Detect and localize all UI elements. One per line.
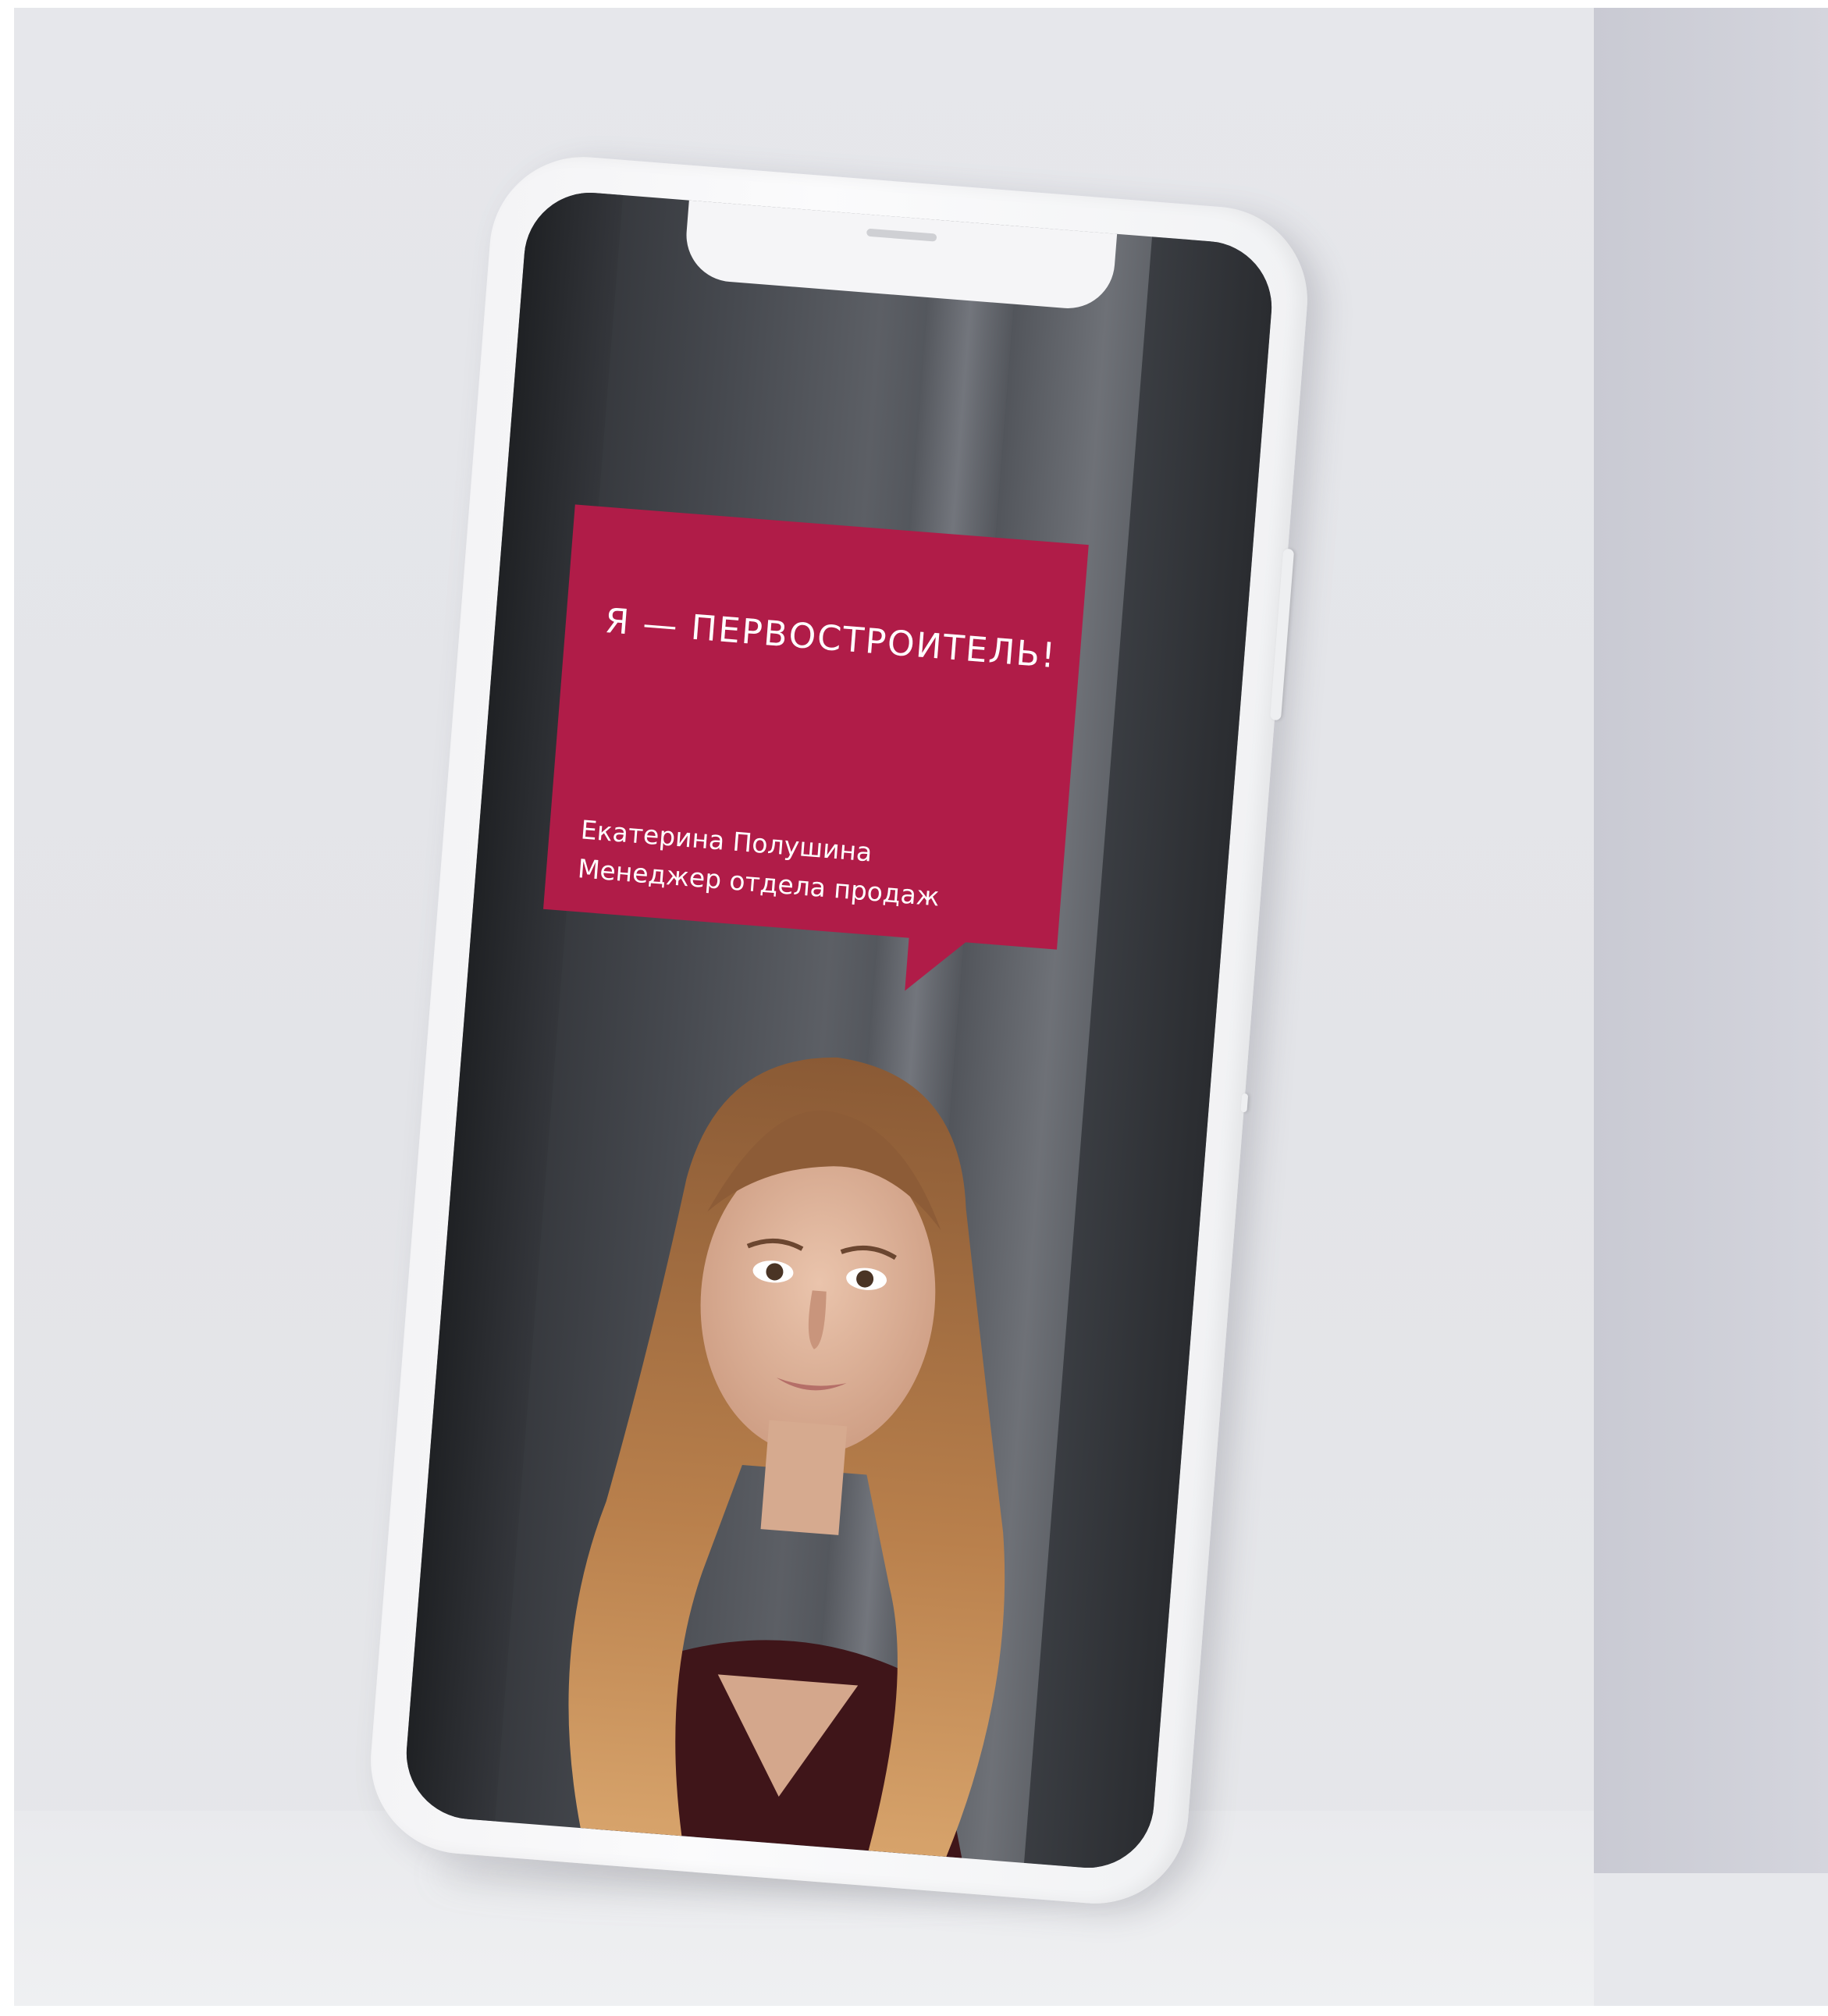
speech-bubble-tail	[905, 936, 968, 996]
mockup-scene: Я — ПЕРВОСТРОИТЕЛЬ! Екатерина Полушина М…	[0, 0, 1828, 2016]
phone-notch	[682, 192, 1118, 312]
phone-screen: Я — ПЕРВОСТРОИТЕЛЬ! Екатерина Полушина М…	[401, 187, 1277, 1873]
side-wall	[1594, 8, 1828, 2006]
woman-portrait-photo	[568, 1057, 1005, 1858]
person-role: Менеджер отдела продаж	[576, 853, 941, 912]
headline-text: Я — ПЕРВОСТРОИТЕЛЬ!	[603, 600, 1058, 677]
quote-speech-bubble: Я — ПЕРВОСТРОИТЕЛЬ! Екатерина Полушина М…	[543, 504, 1089, 950]
side-floor	[1594, 1873, 1828, 2006]
speaker-grille-icon	[866, 228, 937, 242]
phone-body: Я — ПЕРВОСТРОИТЕЛЬ! Екатерина Полушина М…	[364, 150, 1314, 1911]
